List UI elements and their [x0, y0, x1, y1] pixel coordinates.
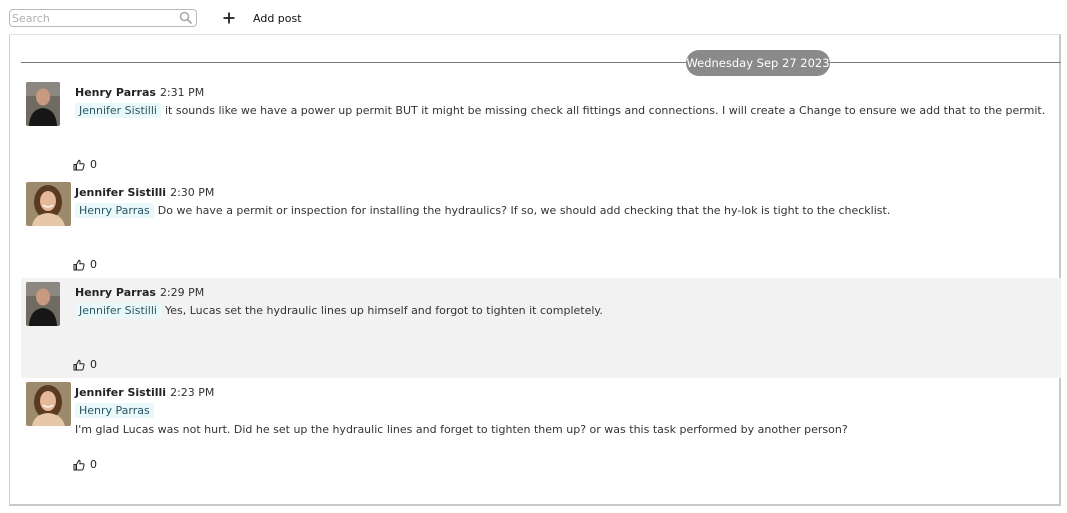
post-author[interactable]: Jennifer Sistilli: [75, 186, 166, 199]
date-separator: Wednesday Sep 27 2023: [686, 50, 830, 76]
like-button[interactable]: 0: [73, 158, 97, 171]
post-text: it sounds like we have a power up permit…: [164, 104, 1046, 117]
add-post-label: Add post: [253, 11, 302, 25]
post-time: 2:30 PM: [170, 186, 215, 199]
thumbs-up-icon: [73, 359, 85, 370]
like-count: 0: [90, 258, 97, 271]
post-text: Do we have a permit or inspection for in…: [157, 204, 891, 217]
mention-tag[interactable]: Henry Parras: [75, 403, 154, 418]
like-count: 0: [90, 158, 97, 171]
post-item: Jennifer Sistilli 2:23 PM Henry Parras I'…: [21, 378, 1061, 478]
add-post-button[interactable]: Add post: [222, 8, 302, 28]
post-author[interactable]: Henry Parras: [75, 86, 156, 99]
post-text: I'm glad Lucas was not hurt. Did he set …: [75, 423, 848, 436]
feed-panel: Wednesday Sep 27 2023 Henry Parras 2:31 P…: [9, 34, 1061, 506]
post-author[interactable]: Henry Parras: [75, 286, 156, 299]
post-time: 2:31 PM: [159, 86, 205, 99]
post-text: Yes, Lucas set the hydraulic lines up hi…: [164, 304, 603, 317]
like-button[interactable]: 0: [73, 458, 97, 471]
search-box[interactable]: [9, 9, 197, 27]
post-item: Henry Parras 2:29 PM Jennifer Sistilli Yes…: [21, 278, 1061, 378]
avatar: [26, 282, 60, 326]
mention-tag[interactable]: Jennifer Sistilli: [75, 303, 161, 318]
plus-icon: [223, 12, 235, 24]
avatar: [26, 382, 71, 426]
post-time: 2:29 PM: [159, 286, 205, 299]
thumbs-up-icon: [73, 259, 85, 270]
avatar: [26, 82, 60, 126]
search-input[interactable]: [12, 11, 172, 25]
like-count: 0: [90, 358, 97, 371]
post-item: Jennifer Sistilli 2:30 PM Henry Parras Do …: [21, 178, 1061, 278]
like-button[interactable]: 0: [73, 258, 97, 271]
toolbar: Add post: [0, 0, 1062, 34]
search-icon[interactable]: [179, 11, 193, 25]
thumbs-up-icon: [73, 459, 85, 470]
mention-tag[interactable]: Jennifer Sistilli: [75, 103, 161, 118]
like-count: 0: [90, 458, 97, 471]
thumbs-up-icon: [73, 159, 85, 170]
like-button[interactable]: 0: [73, 358, 97, 371]
date-divider: [21, 62, 1061, 63]
post-item: Henry Parras 2:31 PM Jennifer Sistilli it …: [21, 78, 1061, 178]
post-author[interactable]: Jennifer Sistilli: [75, 386, 166, 399]
avatar: [26, 182, 71, 226]
mention-tag[interactable]: Henry Parras: [75, 203, 154, 218]
post-time: 2:23 PM: [170, 386, 215, 399]
